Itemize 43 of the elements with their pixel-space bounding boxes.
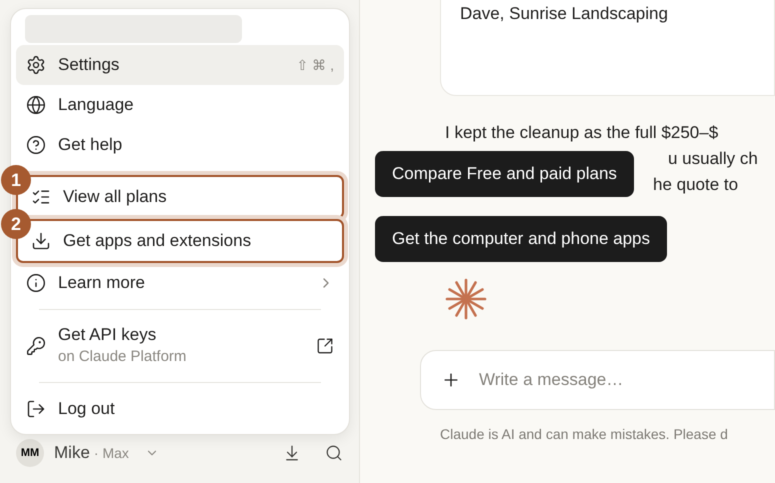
settings-icon [26, 55, 46, 75]
message-input[interactable]: Write a message… [479, 367, 774, 393]
callout-badge: 2 [1, 209, 31, 239]
search-icon[interactable] [325, 444, 343, 462]
menu-item[interactable]: Language [16, 85, 344, 125]
menu-item[interactable]: Settings ⇧ ⌘ , [16, 45, 344, 85]
account-plan: · Max [94, 444, 129, 462]
menu-label: Settings [58, 54, 120, 76]
menu-label: Log out [58, 398, 116, 420]
download-icon [31, 231, 51, 251]
menu-label: Get help [58, 134, 124, 156]
download-tray-icon[interactable] [283, 444, 301, 462]
disclaimer-text: Claude is AI and can make mistakes. Please d [440, 425, 729, 444]
keyboard-shortcut: ⇧ ⌘ , [296, 56, 334, 74]
reply-text: I kept the cleanup as the full $250–$ [445, 122, 720, 144]
tooltip: Get the computer and phone apps [375, 216, 668, 262]
avatar[interactable]: MM [16, 439, 44, 467]
reply-text: he quote to [653, 174, 740, 196]
menu-label: View all plans [63, 186, 168, 208]
menu-item[interactable]: Get API keys on Claude Platform [16, 316, 344, 376]
menu-item[interactable]: Learn more [16, 263, 344, 303]
asterisk-logo-icon [445, 278, 487, 320]
menu-item[interactable]: View all plans [31, 177, 342, 217]
menu-subtitle: on Claude Platform [58, 347, 188, 367]
menu-label: Get apps and extensions [63, 230, 252, 252]
menu-item[interactable]: Log out [16, 389, 344, 429]
menu-item[interactable]: Get help [16, 125, 344, 165]
menu-item[interactable]: Get apps and extensions [31, 221, 342, 261]
logout-icon [26, 399, 46, 419]
external-link-icon [316, 337, 334, 355]
callout-badge: 1 [1, 165, 31, 195]
globe-icon [26, 95, 46, 115]
account-name[interactable]: Mike [54, 440, 90, 466]
help-icon [26, 135, 46, 155]
info-icon [26, 273, 46, 293]
menu-label: Get API keys [58, 324, 158, 346]
reply-text: u usually ch [668, 148, 759, 170]
key-icon [26, 336, 46, 356]
message-composer[interactable]: Write a message… [420, 350, 775, 410]
tooltip: Compare Free and paid plans [375, 151, 634, 197]
menu-label: Language [58, 94, 135, 116]
card-text: Dave, Sunrise Landscaping [460, 4, 668, 23]
menu-label: Learn more [58, 272, 146, 294]
